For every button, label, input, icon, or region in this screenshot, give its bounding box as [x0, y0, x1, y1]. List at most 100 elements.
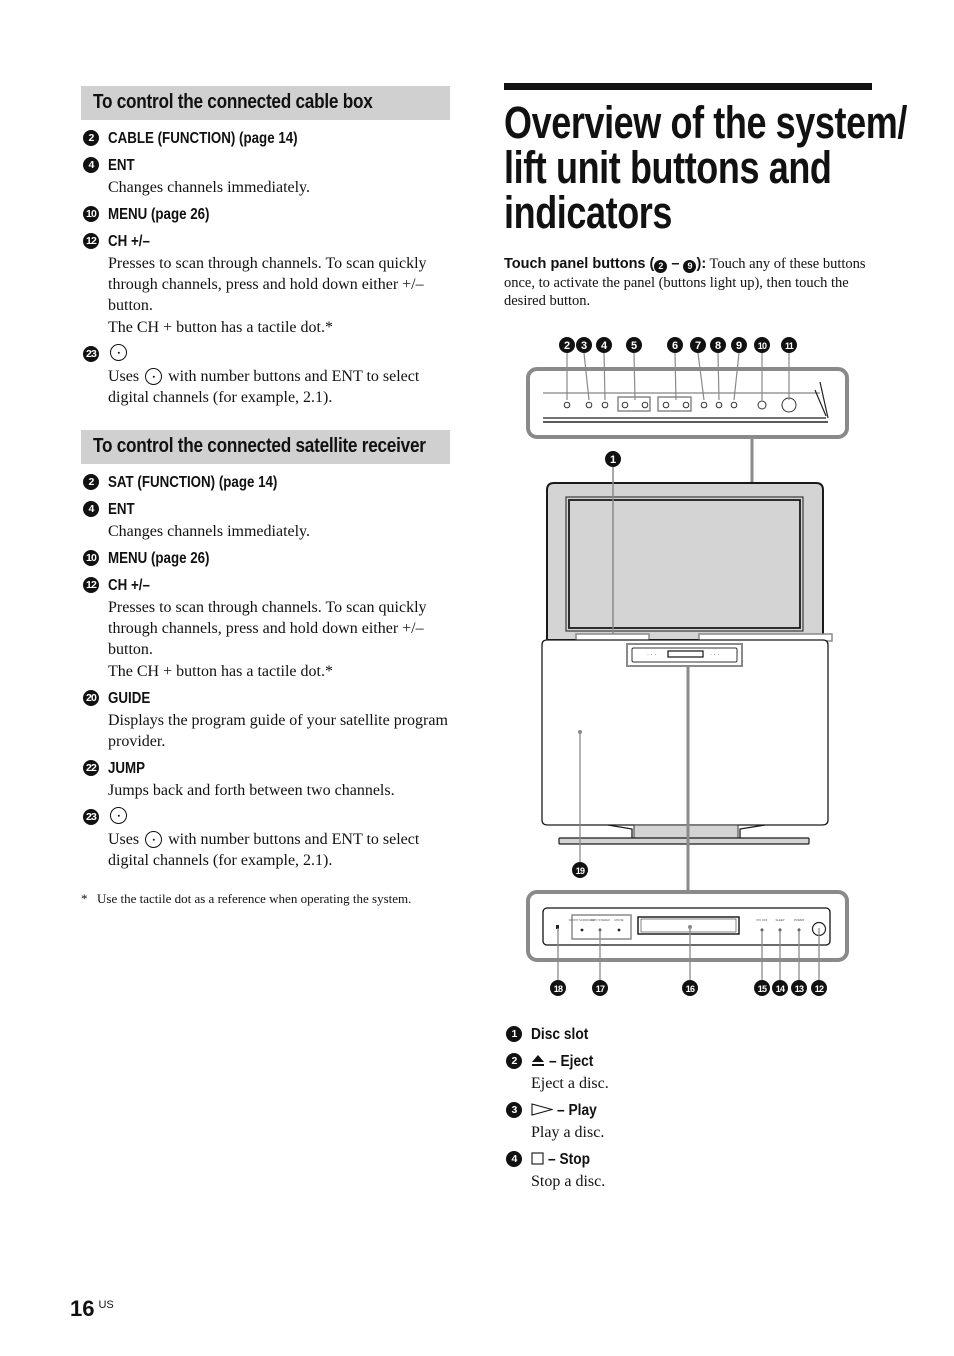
callout-number-badge: 3: [506, 1102, 522, 1118]
item-description: Changes channels immediately.: [108, 179, 311, 196]
callout-number-badge: 23: [83, 346, 99, 362]
callout-badge: 2: [559, 337, 575, 353]
legend-title: – Play: [557, 1102, 597, 1119]
legend-item: 4 – Stop Stop a disc.: [504, 1149, 864, 1192]
play-icon: [531, 1103, 555, 1121]
dot-button-icon: [145, 368, 163, 385]
intro-bold: Touch panel buttons (2 – 9):: [504, 256, 707, 273]
callout-number-badge: 12: [83, 577, 99, 593]
panel-button-icon: [715, 401, 723, 409]
callout-badge: 16: [682, 980, 698, 996]
callout-badge: 4: [596, 337, 612, 353]
legend-title: – Eject: [549, 1053, 594, 1070]
dot-button-icon: [110, 807, 127, 824]
svg-text:7: 7: [695, 340, 701, 352]
title-rule: [504, 83, 872, 90]
panel-button-icon: [563, 401, 571, 409]
panel-button-icon: [641, 401, 649, 409]
legend-description: Stop a disc.: [531, 1173, 606, 1190]
panel-label: POWER: [794, 918, 805, 922]
page-title: Overview of the system/ lift unit button…: [504, 100, 907, 238]
list-item: 4 ENT Changes channels immediately.: [81, 155, 450, 198]
callout-badge: 3: [576, 337, 592, 353]
panel-button-icon: [682, 401, 690, 409]
dot-button-icon: [110, 344, 127, 361]
svg-text:19: 19: [576, 866, 585, 876]
svg-text:1: 1: [610, 454, 616, 466]
item-description: Presses to scan through channels. To sca…: [108, 255, 427, 314]
item-description: Presses to scan through channels. To sca…: [108, 599, 427, 658]
stop-icon: [531, 1152, 544, 1170]
svg-text:3: 3: [581, 340, 587, 352]
list-item: 23 Uses with number buttons and ENT to se…: [81, 807, 450, 871]
title-line-3: indicators: [504, 187, 673, 238]
callout-number-badge: 2: [83, 474, 99, 490]
item-title: ENT: [108, 157, 135, 174]
svg-text:8: 8: [715, 340, 721, 352]
item-description: Uses with number buttons and ENT to sele…: [108, 368, 420, 406]
item-description: Jumps back and forth between two channel…: [108, 782, 395, 799]
panel-button-icon: [662, 401, 670, 409]
svg-text:· · ·: · · ·: [710, 652, 719, 658]
list-item: 23 Uses with number buttons and ENT to se…: [81, 344, 450, 408]
footnote-mark: *: [81, 891, 88, 906]
panel-button-icon: [730, 401, 738, 409]
svg-text:15: 15: [758, 984, 767, 994]
list-item: 12 CH +/– Presses to scan through channels…: [81, 231, 450, 338]
panel-button-icon: [621, 401, 629, 409]
callout-badge: 11: [781, 337, 797, 353]
cable-section-heading: To control the connected cable box: [81, 86, 450, 120]
callout-badge: 8: [710, 337, 726, 353]
svg-text:12: 12: [815, 984, 824, 994]
panel-button-icon: [585, 401, 593, 409]
svg-text:2: 2: [564, 340, 570, 352]
callout-number-badge: 2: [83, 130, 99, 146]
panel-label: MOVIE: [614, 918, 623, 922]
svg-text:16: 16: [686, 984, 695, 994]
item-description: The CH + button has a tactile dot.*: [108, 319, 333, 336]
legend-item: 1 Disc slot: [504, 1024, 864, 1045]
callout-badge: 18: [550, 980, 566, 996]
range-start-badge: 2: [654, 260, 668, 273]
svg-text:18: 18: [554, 984, 563, 994]
legend-item: 3 – Play Play a disc.: [504, 1100, 864, 1143]
list-item: 22 JUMP Jumps back and forth between two c…: [81, 758, 450, 801]
callout-number-badge: 10: [83, 206, 99, 222]
callout-badge: 13: [791, 980, 807, 996]
footnote: * Use the tactile dot as a reference when…: [81, 891, 450, 907]
item-description: Changes channels immediately.: [108, 523, 311, 540]
list-item: 12 CH +/– Presses to scan through channels…: [81, 575, 450, 682]
callout-badge: 14: [772, 980, 788, 996]
list-item: 20 GUIDE Displays the program guide of you…: [81, 688, 450, 752]
callout-number-badge: 4: [83, 157, 99, 173]
bottom-panel-callout: FRONT SURROUNDAUTO STEREO MOVIE PIC OFF SLE…: [526, 890, 849, 996]
top-panel-callout: 2 3 4 5 6 7 8 9 10 11: [526, 337, 849, 439]
panel-label: AUTO STEREO: [590, 918, 611, 922]
callout-badge: 9: [731, 337, 747, 353]
callout-number-badge: 1: [506, 1026, 522, 1042]
svg-text:5: 5: [631, 340, 637, 352]
legend-description: Eject a disc.: [531, 1075, 609, 1092]
item-title: MENU (page 26): [108, 550, 210, 567]
item-title: JUMP: [108, 760, 146, 777]
svg-text:13: 13: [795, 984, 804, 994]
callout-number-badge: 2: [506, 1053, 522, 1069]
svg-text:11: 11: [785, 341, 794, 351]
callout-badge: 5: [626, 337, 642, 353]
list-item: 10 MENU (page 26): [81, 204, 450, 225]
cable-items-list: 2 CABLE (FUNCTION) (page 14) 4 ENT Changes c…: [81, 128, 450, 408]
svg-text:10: 10: [758, 341, 767, 351]
svg-text:4: 4: [601, 340, 608, 352]
callout-number-badge: 23: [83, 809, 99, 825]
dot-button-icon: [145, 831, 163, 848]
callout-number-badge: 4: [506, 1151, 522, 1167]
svg-text:17: 17: [596, 984, 605, 994]
svg-text:9: 9: [736, 340, 742, 352]
svg-text:· · ·: · · ·: [647, 652, 656, 658]
panel-button-icon: [757, 400, 767, 410]
item-title: MENU (page 26): [108, 206, 210, 223]
item-description: The CH + button has a tactile dot.*: [108, 663, 333, 680]
legend-item: 2 – Eject Eject a disc.: [504, 1051, 864, 1094]
list-item: 10 MENU (page 26): [81, 548, 450, 569]
panel-label: SLEEP: [775, 918, 784, 922]
